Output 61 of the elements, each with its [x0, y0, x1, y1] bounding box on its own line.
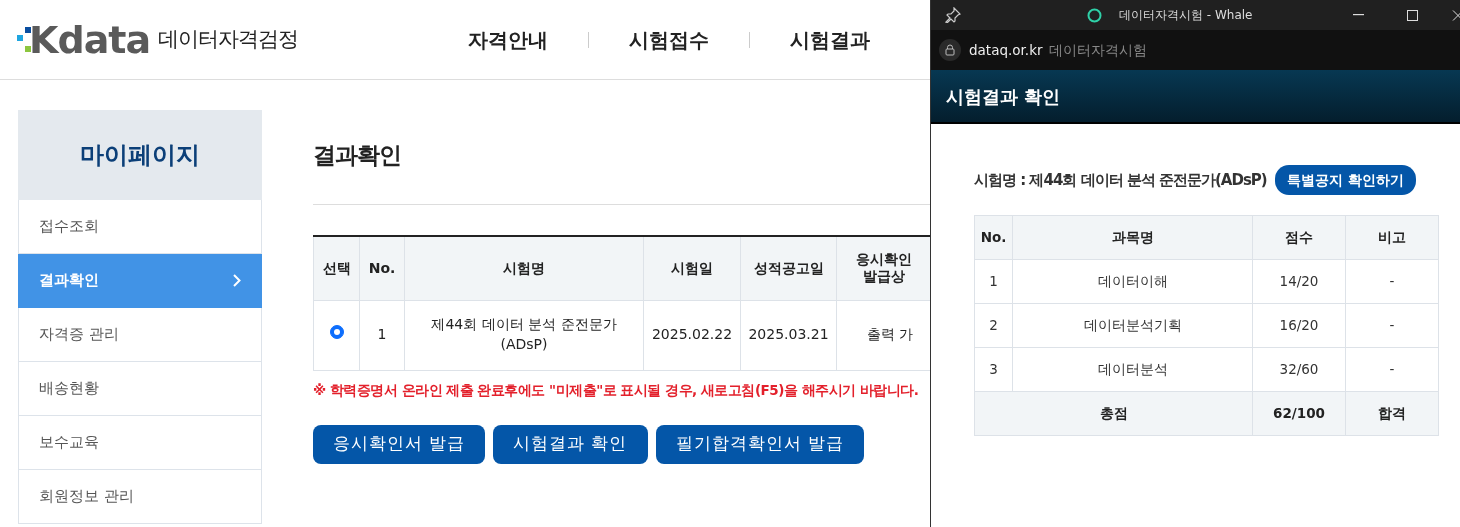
column-header: No.: [359, 236, 405, 300]
table-cell: 제44회 데이터 분석 준전문가 (ADsP): [404, 300, 644, 370]
circle-icon: [1087, 7, 1102, 23]
notice-text: ※ 학력증명서 온라인 제출 완료후에도 "미제출"로 표시될 경우, 새로고침(F5)을 해주시기 바랍니다.: [313, 380, 920, 400]
column-header: 점수: [1252, 215, 1346, 260]
radio-button[interactable]: [329, 325, 344, 340]
table-cell: 2025.03.21: [740, 300, 837, 370]
column-header: 시험일: [643, 236, 741, 300]
table-cell: 1: [359, 300, 405, 370]
lock-icon[interactable]: [939, 39, 961, 61]
column-header: 성적공고일: [740, 236, 837, 300]
chevron-right-icon: [233, 274, 241, 287]
table-cell: 데이터분석: [1012, 347, 1253, 392]
column-header: 선택: [313, 236, 360, 300]
pin-icon[interactable]: [945, 7, 961, 23]
logo-text: Kdata: [29, 20, 151, 59]
sidebar-item[interactable]: 접수조회: [18, 200, 262, 254]
nav-link[interactable]: 자격안내: [468, 24, 549, 55]
sidebar-item[interactable]: 자격증 관리: [18, 308, 262, 362]
sidebar-item[interactable]: 보수교육: [18, 416, 262, 470]
table-cell: 16/20: [1252, 303, 1346, 348]
column-header: No.: [974, 215, 1013, 260]
sidebar-item[interactable]: 회원정보 관리: [18, 470, 262, 524]
column-header: 과목명: [1012, 215, 1253, 260]
nav-link[interactable]: 시험결과: [790, 24, 871, 55]
table-cell: 총점: [974, 391, 1253, 436]
page-title: 결과확인: [313, 138, 930, 205]
column-header: 시험명: [404, 236, 644, 300]
logo-mark-icon: [17, 26, 31, 53]
notice-button[interactable]: 특별공지 확인하기: [1274, 165, 1416, 195]
action-button[interactable]: 응시확인서 발급: [313, 424, 486, 464]
sidebar-item[interactable]: 배송현황: [18, 362, 262, 416]
table-cell: -: [1345, 347, 1439, 392]
column-header: 비고: [1345, 215, 1439, 260]
popup-header: 시험결과 확인: [931, 70, 1460, 124]
maximize-icon[interactable]: [1407, 9, 1418, 21]
table-cell: -: [1345, 259, 1439, 304]
action-button[interactable]: 시험결과 확인: [493, 424, 648, 464]
table-cell: 데이터분석기획: [1012, 303, 1253, 348]
table-cell: 2: [974, 303, 1013, 348]
url-text: dataq.or.kr: [969, 40, 1043, 60]
close-icon[interactable]: [1452, 9, 1460, 21]
page-title-text: 데이터자격시험: [1048, 40, 1147, 60]
table-cell: 32/60: [1252, 347, 1346, 392]
action-button[interactable]: 필기합격확인서 발급: [655, 424, 864, 464]
exam-name: 시험명 : 제44회 데이터 분석 준전문가(ADsP): [974, 169, 1267, 191]
table-cell: 합격: [1345, 391, 1439, 436]
column-header: 응시확인 발급상: [836, 236, 930, 300]
table-cell: 62/100: [1252, 391, 1346, 436]
logo[interactable]: Kdata 데이터자격검정: [17, 20, 299, 59]
logo-subtitle: 데이터자격검정: [158, 25, 299, 53]
table-cell: 데이터이해: [1012, 259, 1253, 304]
table-cell: 3: [974, 347, 1013, 392]
nav-link[interactable]: 시험접수: [629, 24, 710, 55]
table-cell: 1: [974, 259, 1013, 304]
sidebar-title: 마이페이지: [18, 110, 262, 200]
minimize-icon[interactable]: [1353, 14, 1364, 16]
table-cell: 14/20: [1252, 259, 1346, 304]
table-cell: 2025.02.22: [643, 300, 741, 370]
window-title: 데이터자격시험 - Whale: [1119, 7, 1253, 24]
table-cell: -: [1345, 303, 1439, 348]
